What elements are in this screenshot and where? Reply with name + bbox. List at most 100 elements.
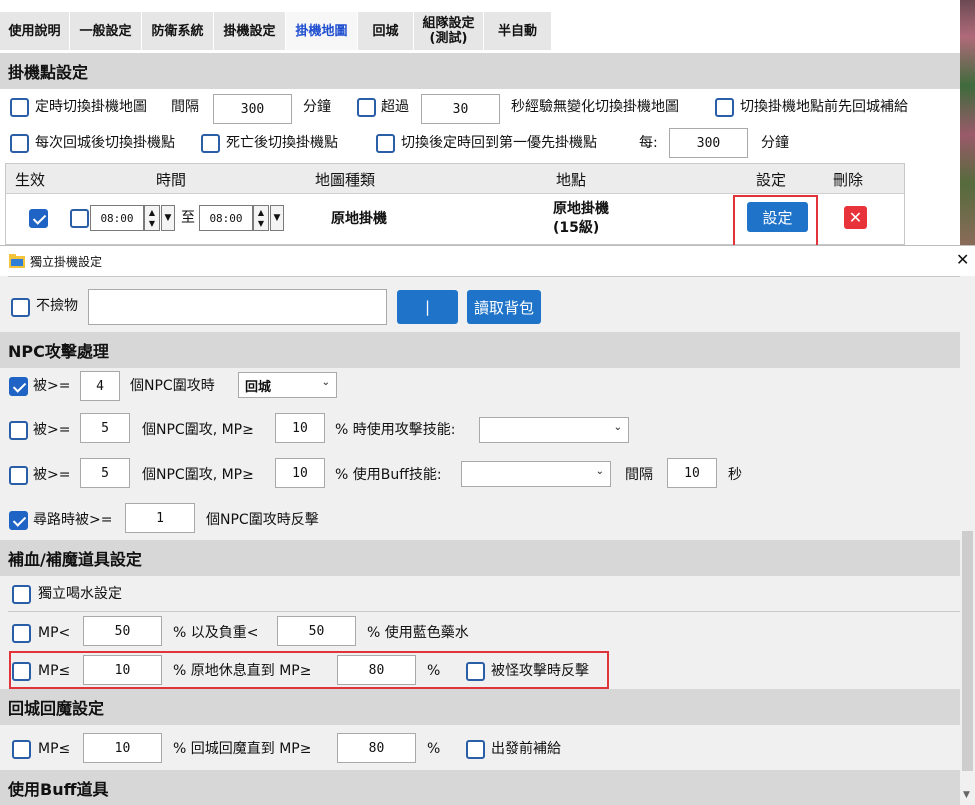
chevron-down-icon: ⌄: [613, 422, 622, 433]
switch-after-return-label: 每次回城後切換掛機點: [35, 135, 175, 151]
dialog-content: 不撿物 | 讀取背包 NPC攻擊處理 被>= 4 個NPC圍攻時 回城 ⌄ 被>=…: [0, 276, 960, 805]
close-icon[interactable]: ✕: [956, 250, 969, 269]
npc-row2-checkbox[interactable]: [9, 421, 28, 440]
tab-2[interactable]: 防衛系統: [142, 12, 214, 50]
folder-icon: [9, 254, 25, 268]
divider: [8, 611, 960, 612]
exceed-checkbox[interactable]: [357, 98, 376, 117]
section-title: NPC攻擊處理: [8, 342, 109, 361]
dialog-titlebar: 獨立掛機設定 ✕: [0, 246, 975, 276]
interval-label: 間隔: [171, 99, 199, 115]
npc-row3-mid: 個NPC圍攻, MP≥: [142, 467, 254, 483]
attack-skill-select[interactable]: ⌄: [479, 417, 629, 443]
section-title: 使用Buff道具: [8, 780, 109, 799]
read-bag-button[interactable]: 讀取背包: [467, 290, 541, 324]
npc-row3-checkbox[interactable]: [9, 466, 28, 485]
minutes-label-2: 分鐘: [761, 135, 789, 151]
return-mp-header: 回城回魔設定: [0, 689, 960, 725]
time-to-spinner[interactable]: ▲ ▼: [253, 205, 269, 231]
time-from-input[interactable]: 08:00: [90, 205, 144, 231]
chevron-down-icon: ⌄: [321, 377, 330, 388]
switch-after-death-checkbox[interactable]: [201, 134, 220, 153]
npc-row1-count-input[interactable]: 4: [80, 371, 120, 401]
npc-row4-checkbox[interactable]: [9, 511, 28, 530]
delete-icon[interactable]: ✕: [844, 206, 867, 229]
no-change-label: 秒經驗無變化切換掛機地圖: [511, 99, 679, 115]
npc-row1-checkbox[interactable]: [9, 377, 28, 396]
npc-row3-mp-input[interactable]: 10: [275, 458, 325, 488]
weight-input[interactable]: 50: [277, 616, 356, 646]
mp-potion-checkbox[interactable]: [12, 624, 31, 643]
section-title: 掛機點設定: [8, 63, 89, 82]
return-before-switch-checkbox[interactable]: [715, 98, 734, 117]
background-image-strip: [960, 0, 975, 245]
supply-checkbox[interactable]: [466, 740, 485, 759]
mp-potion-suffix: % 使用藍色藥水: [367, 625, 469, 641]
rest-row-highlight: [9, 651, 609, 689]
buff-items-header: 使用Buff道具: [0, 770, 960, 805]
npc-row4-count-input[interactable]: 1: [125, 503, 195, 533]
scrollbar-thumb[interactable]: [962, 531, 973, 771]
return-mp-checkbox[interactable]: [12, 740, 31, 759]
chevron-down-icon[interactable]: ▼: [161, 205, 175, 231]
npc-row3-prefix: 被>=: [33, 467, 71, 483]
back-to-first-checkbox[interactable]: [376, 134, 395, 153]
pipe-button[interactable]: |: [397, 290, 458, 324]
npc-row3-suffix: % 使用Buff技能:: [335, 467, 442, 483]
dialog-title: 獨立掛機設定: [30, 255, 103, 269]
tab-7[interactable]: 半自動: [484, 12, 552, 50]
return-mp-target-input[interactable]: 80: [337, 733, 416, 763]
return-mp-input[interactable]: 10: [83, 733, 162, 763]
interval-input[interactable]: 300: [213, 94, 292, 124]
every-input[interactable]: 300: [669, 128, 748, 158]
tab-1[interactable]: 一般設定: [70, 12, 142, 50]
mp-potion-input[interactable]: 50: [83, 616, 162, 646]
col-map-type: 地圖種類: [315, 171, 376, 189]
npc-row2-count-input[interactable]: 5: [80, 413, 130, 443]
no-pickup-input[interactable]: [88, 289, 387, 325]
tab-bar: 使用說明 一般設定 防衛系統 掛機設定 掛機地圖 回城 組隊設定 (測試) 半自動: [0, 12, 552, 50]
tab-5[interactable]: 回城: [358, 12, 414, 50]
col-setting: 設定: [756, 171, 787, 189]
no-pickup-checkbox[interactable]: [11, 298, 30, 317]
return-mp-mid: % 回城回魔直到 MP≥: [173, 741, 312, 757]
chevron-down-icon: ⌄: [595, 466, 604, 477]
buff-skill-select[interactable]: ⌄: [461, 461, 611, 487]
independent-potion-checkbox[interactable]: [12, 585, 31, 604]
independent-potion-label: 獨立喝水設定: [38, 586, 122, 602]
tab-3[interactable]: 掛機設定: [214, 12, 286, 50]
chevron-down-icon[interactable]: ▼: [270, 205, 284, 231]
recovery-header: 補血/補魔道具設定: [0, 540, 960, 576]
setting-highlight: [733, 195, 818, 248]
tab-4[interactable]: 掛機地圖: [286, 12, 358, 50]
scroll-down-icon[interactable]: ▼: [963, 790, 970, 800]
timed-switch-checkbox[interactable]: [10, 98, 29, 117]
tab-0[interactable]: 使用說明: [0, 12, 70, 50]
divider: [8, 276, 960, 277]
timed-switch-label: 定時切換掛機地圖: [35, 99, 147, 115]
row-time-checkbox[interactable]: [70, 209, 89, 228]
col-delete: 刪除: [833, 171, 864, 189]
exceed-input[interactable]: 30: [421, 94, 500, 124]
dialog-scrollbar[interactable]: ▼: [960, 276, 975, 805]
npc-row2-mp-input[interactable]: 10: [275, 413, 325, 443]
npc-row2-prefix: 被>=: [33, 422, 71, 438]
npc-row3-interval-input[interactable]: 10: [667, 458, 717, 488]
grid-header: 生效 時間 地圖種類 地點 設定 刪除: [6, 164, 904, 194]
npc-row3-count-input[interactable]: 5: [80, 458, 130, 488]
npc-row2-mid: 個NPC圍攻, MP≥: [142, 422, 254, 438]
section-title: 回城回魔設定: [8, 699, 105, 718]
col-time: 時間: [156, 171, 187, 189]
switch-after-return-checkbox[interactable]: [10, 134, 29, 153]
main-window: 使用說明 一般設定 防衛系統 掛機設定 掛機地圖 回城 組隊設定 (測試) 半自動 掛機點設定…: [0, 0, 960, 248]
row-enabled-checkbox[interactable]: [29, 209, 48, 228]
map-type-value: 原地掛機: [331, 211, 387, 227]
npc-row1-suffix: 個NPC圍攻時: [130, 378, 215, 394]
npc-header: NPC攻擊處理: [0, 332, 960, 368]
npc-row1-select[interactable]: 回城 ⌄: [238, 372, 337, 398]
tab-6[interactable]: 組隊設定 (測試): [414, 12, 484, 50]
npc-row1-prefix: 被>=: [33, 378, 71, 394]
time-to-input[interactable]: 08:00: [199, 205, 253, 231]
time-from-spinner[interactable]: ▲ ▼: [144, 205, 160, 231]
exceed-label: 超過: [381, 99, 409, 115]
